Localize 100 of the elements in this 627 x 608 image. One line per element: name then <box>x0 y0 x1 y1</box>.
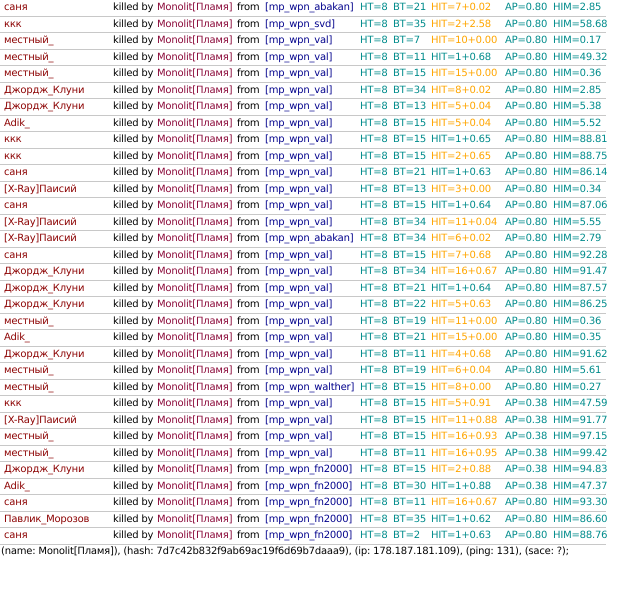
kill-verb: killed by <box>113 282 154 296</box>
ht-value: HT=8 <box>360 50 388 64</box>
from-label: from <box>237 512 260 526</box>
bt-value: BT=34 <box>393 84 426 98</box>
bt-value: BT=22 <box>393 298 426 312</box>
kill-verb: killed by <box>113 232 154 246</box>
ap-value: AP=0.80 <box>505 248 548 262</box>
weapon-name: [mp_wpn_val] <box>265 364 332 378</box>
from-label: from <box>237 282 260 296</box>
kill-verb: killed by <box>113 529 154 543</box>
him-value: HIM=88.81 <box>553 133 608 147</box>
from-label: from <box>237 216 260 230</box>
ht-value: HT=8 <box>360 232 388 246</box>
ap-value: AP=0.80 <box>505 331 548 345</box>
hit-value: HIT=1+0.64 <box>431 282 491 296</box>
bt-value: BT=11 <box>393 446 426 460</box>
weapon-name: [mp_wpn_abakan] <box>265 1 354 15</box>
him-value: HIM=58.68 <box>553 18 608 32</box>
bt-value: BT=15 <box>393 150 426 164</box>
ap-value: AP=0.80 <box>505 199 548 213</box>
from-label: from <box>237 199 260 213</box>
killer-name: Monolit[Пламя] <box>157 380 232 394</box>
hit-value: HIT=16+0.93 <box>431 430 498 444</box>
ap-value: AP=0.80 <box>505 1 548 15</box>
bt-value: BT=15 <box>393 67 426 81</box>
bt-value: BT=21 <box>393 1 426 15</box>
ht-value: HT=8 <box>360 116 388 130</box>
killer-name: Monolit[Пламя] <box>157 348 232 362</box>
kill-verb: killed by <box>113 364 154 378</box>
ap-value: AP=0.80 <box>505 348 548 362</box>
him-value: HIM=0.27 <box>553 380 602 394</box>
ap-value: AP=0.80 <box>505 529 548 543</box>
bt-value: BT=34 <box>393 216 426 230</box>
ht-value: HT=8 <box>360 380 388 394</box>
weapon-name: [mp_wpn_fn2000] <box>265 463 352 477</box>
hit-value: HIT=5+0.91 <box>431 397 491 411</box>
killer-name: Monolit[Пламя] <box>157 150 232 164</box>
hit-value: HIT=8+0.00 <box>431 380 491 394</box>
kill-verb: killed by <box>113 512 154 526</box>
ht-value: HT=8 <box>360 265 388 279</box>
killer-name: Monolit[Пламя] <box>157 18 232 32</box>
victim-name: саня <box>4 248 28 262</box>
victim-name: Джордж_Клуни <box>4 84 84 98</box>
killer-name: Monolit[Пламя] <box>157 496 232 510</box>
ap-value: AP=0.80 <box>505 67 548 81</box>
from-label: from <box>237 133 260 147</box>
hit-value: HIT=16+0.67 <box>431 265 498 279</box>
kill-verb: killed by <box>113 430 154 444</box>
from-label: from <box>237 1 260 15</box>
victim-name: местный_ <box>4 380 54 394</box>
weapon-name: [mp_wpn_val] <box>265 166 332 180</box>
from-label: from <box>237 380 260 394</box>
ap-value: AP=0.80 <box>505 380 548 394</box>
from-label: from <box>237 414 260 428</box>
ht-value: HT=8 <box>360 496 388 510</box>
hit-value: HIT=1+0.64 <box>431 199 491 213</box>
him-value: HIM=47.59 <box>553 397 608 411</box>
killer-name: Monolit[Пламя] <box>157 67 232 81</box>
bt-value: BT=15 <box>393 397 426 411</box>
bt-value: BT=11 <box>393 348 426 362</box>
bt-value: BT=13 <box>393 182 426 196</box>
kill-verb: killed by <box>113 182 154 196</box>
killer-name: Monolit[Пламя] <box>157 463 232 477</box>
victim-name: местный_ <box>4 446 54 460</box>
bt-value: BT=15 <box>393 430 426 444</box>
victim-name: ккк <box>4 397 22 411</box>
weapon-name: [mp_wpn_val] <box>265 248 332 262</box>
victim-name: Джордж_Клуни <box>4 348 84 362</box>
him-value: HIM=86.25 <box>553 298 608 312</box>
him-value: HIM=87.57 <box>553 282 608 296</box>
ht-value: HT=8 <box>360 348 388 362</box>
victim-name: саня <box>4 199 28 213</box>
killer-name: Monolit[Пламя] <box>157 199 232 213</box>
from-label: from <box>237 348 260 362</box>
hit-value: HIT=5+0.04 <box>431 116 491 130</box>
hit-value: HIT=6+0.02 <box>431 232 491 246</box>
from-label: from <box>237 430 260 444</box>
bt-value: BT=19 <box>393 314 426 328</box>
victim-name: Джордж_Клуни <box>4 100 84 114</box>
from-label: from <box>237 232 260 246</box>
kill-verb: killed by <box>113 34 154 48</box>
weapon-name: [mp_wpn_fn2000] <box>265 480 352 494</box>
hit-value: HIT=7+0.02 <box>431 1 491 15</box>
ht-value: HT=8 <box>360 182 388 196</box>
from-label: from <box>237 182 260 196</box>
from-label: from <box>237 34 260 48</box>
ap-value: AP=0.80 <box>505 84 548 98</box>
hit-value: HIT=11+0.00 <box>431 314 498 328</box>
ht-value: HT=8 <box>360 67 388 81</box>
killer-name: Monolit[Пламя] <box>157 414 232 428</box>
ht-value: HT=8 <box>360 282 388 296</box>
ht-value: HT=8 <box>360 480 388 494</box>
bt-value: BT=21 <box>393 282 426 296</box>
kill-verb: killed by <box>113 397 154 411</box>
from-label: from <box>237 116 260 130</box>
hit-value: HIT=6+0.04 <box>431 364 491 378</box>
from-label: from <box>237 100 260 114</box>
kill-verb: killed by <box>113 67 154 81</box>
bt-value: BT=30 <box>393 480 426 494</box>
victim-name: саня <box>4 529 28 543</box>
